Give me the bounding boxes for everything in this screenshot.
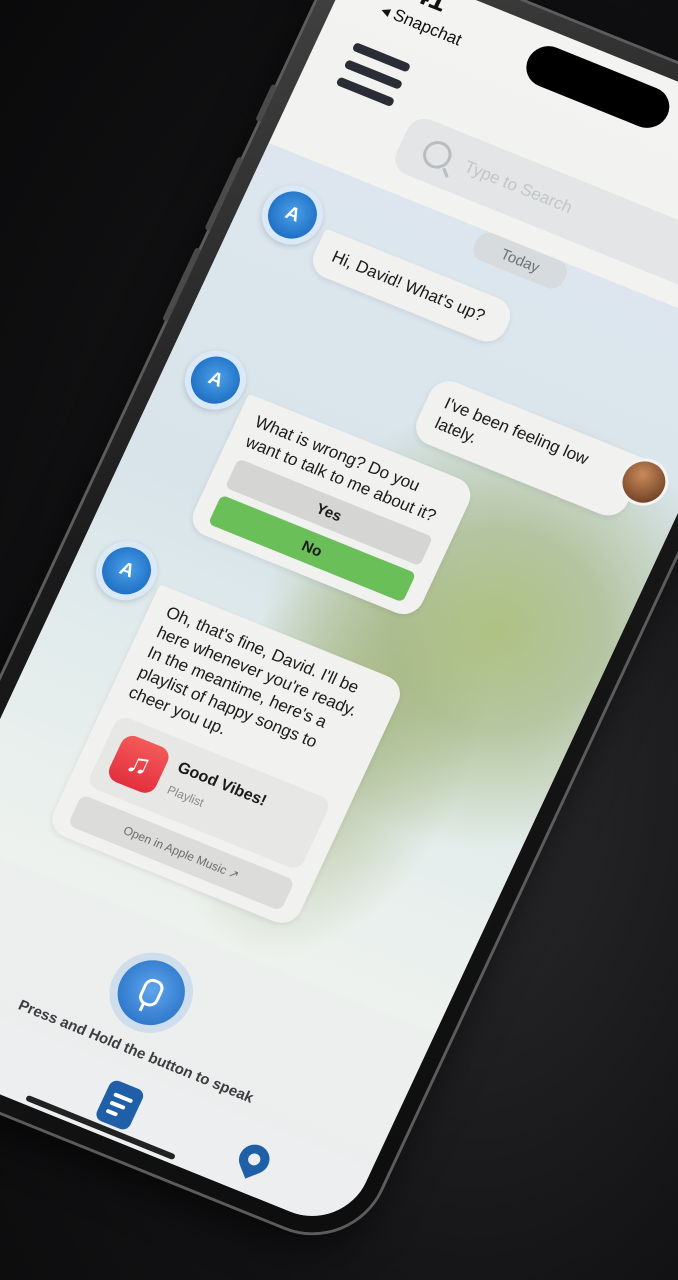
app-screen: .41 ◂ Snapchat ▂▄▆█ 5G Today A Hi, David… [0, 0, 678, 1233]
plus-icon[interactable] [0, 1018, 9, 1077]
message-text: Hi, David! What's up? [328, 246, 489, 326]
message-text: I've been feeling low lately. [431, 393, 592, 469]
mic-button[interactable] [106, 950, 196, 1036]
bot-avatar-letter: A [115, 558, 138, 583]
photo-scene: ntal Health App⌄ .41 ◂ Snapchat ▂▄▆█ 5G … [0, 0, 678, 1280]
microphone-icon [136, 976, 167, 1010]
search-icon [418, 136, 457, 173]
map-pin-icon[interactable] [234, 1140, 274, 1179]
phone: .41 ◂ Snapchat ▂▄▆█ 5G Today A Hi, David… [0, 0, 678, 1254]
bot-message: Oh, that's fine, David. I'll be here whe… [45, 584, 407, 929]
hamburger-menu-icon[interactable] [331, 41, 412, 116]
chat-area: Today A Hi, David! What's up? I've been … [0, 142, 678, 1034]
bot-avatar-letter: A [204, 367, 227, 392]
message-text: Oh, that's fine, David. I'll be here whe… [125, 602, 363, 752]
bot-avatar-letter: A [281, 202, 304, 227]
date-separator: Today [469, 228, 572, 293]
music-note-icon: ♫ [104, 732, 173, 797]
